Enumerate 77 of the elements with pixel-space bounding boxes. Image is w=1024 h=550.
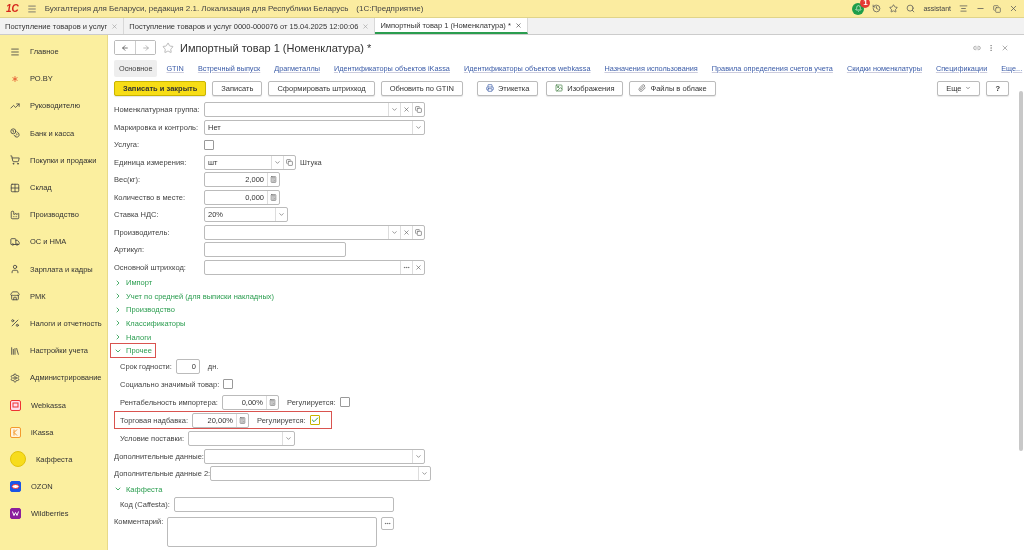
input-field[interactable]: [173, 497, 394, 513]
books-icon: [10, 345, 20, 356]
printer-icon: [485, 84, 494, 93]
arrow-right-icon: [141, 43, 150, 52]
more-icon: [987, 43, 995, 52]
settings-icon: [10, 372, 20, 383]
close-icon: [362, 22, 370, 30]
menu-icon: [10, 46, 20, 57]
register-icon: [10, 291, 20, 302]
input-field[interactable]: [204, 259, 425, 275]
calculator-icon: [238, 416, 246, 424]
select-field[interactable]: [204, 224, 425, 240]
person-icon: [10, 264, 20, 275]
select-field[interactable]: [188, 430, 296, 446]
oval-tile-icon: [10, 481, 21, 493]
dropdown-icon: [278, 211, 285, 219]
select-field[interactable]: [210, 466, 432, 482]
close-icon: [1001, 43, 1009, 52]
clear-icon: [403, 106, 410, 114]
arrow-left-icon: [121, 43, 129, 52]
coin-icon: [10, 128, 20, 139]
form-title: Импортный товар 1 (Номенклатура) *: [180, 41, 372, 54]
app-title: Бухгалтерия для Беларуси, редакция 2.1. Локализация для Республики Беларусь: [44, 4, 349, 13]
dropdown-icon: [391, 228, 398, 236]
select-field[interactable]: [204, 448, 425, 464]
open-icon: [415, 228, 422, 236]
ellipsis-button[interactable]: [381, 517, 395, 530]
tax-icon: [10, 318, 20, 329]
open-icon: [286, 158, 293, 166]
image-icon: [555, 84, 564, 93]
link-icon: [973, 43, 981, 52]
menu-icon: [959, 4, 968, 13]
restore-icon: [993, 4, 1001, 13]
calculator-icon: [270, 193, 277, 201]
checkbox[interactable]: [204, 139, 214, 150]
search-icon: [906, 4, 916, 13]
forward-button[interactable]: [135, 41, 155, 55]
truck-icon: [10, 236, 20, 247]
factory-icon: [10, 209, 20, 220]
input-field[interactable]: [204, 242, 346, 258]
clear-icon: [415, 263, 422, 271]
trend-icon: [10, 100, 20, 111]
asterisk-icon: [10, 73, 20, 84]
cart-icon: [10, 155, 20, 166]
paperclip-icon: [638, 84, 647, 93]
history-icon: [872, 4, 882, 13]
dropdown-icon: [415, 452, 422, 460]
clear-icon: [403, 228, 410, 236]
dropdown-icon: [274, 158, 281, 166]
close-icon: [514, 21, 522, 29]
close-icon: [1009, 4, 1018, 13]
caret-icon: [965, 85, 972, 92]
checkbox[interactable]: [223, 379, 234, 390]
checkbox[interactable]: [339, 397, 350, 408]
star-icon: [162, 41, 174, 54]
calculator-icon: [268, 398, 276, 406]
logo: 1С: [6, 3, 19, 14]
star-icon: [889, 4, 899, 13]
notification-badge: 1: [860, 0, 871, 8]
select-field[interactable]: [204, 102, 425, 118]
dropdown-icon: [285, 434, 293, 442]
dropdown-icon: [421, 470, 429, 478]
platform-label: (1С:Предприятие): [356, 4, 424, 13]
menu-icon: [26, 3, 37, 14]
close-icon: [111, 22, 119, 30]
w-tile-icon: [10, 508, 21, 520]
k-tile-icon: [10, 426, 21, 438]
circle-icon: [10, 451, 26, 468]
calculator-icon: [270, 176, 277, 184]
notification-button[interactable]: [852, 2, 865, 15]
register-screen-icon: [10, 399, 21, 411]
comment-field[interactable]: [167, 517, 378, 547]
checkbox[interactable]: [309, 415, 320, 426]
dropdown-icon: [415, 123, 422, 131]
open-icon: [415, 106, 422, 114]
dropdown-icon: [391, 106, 398, 114]
grid-icon: [10, 182, 20, 193]
